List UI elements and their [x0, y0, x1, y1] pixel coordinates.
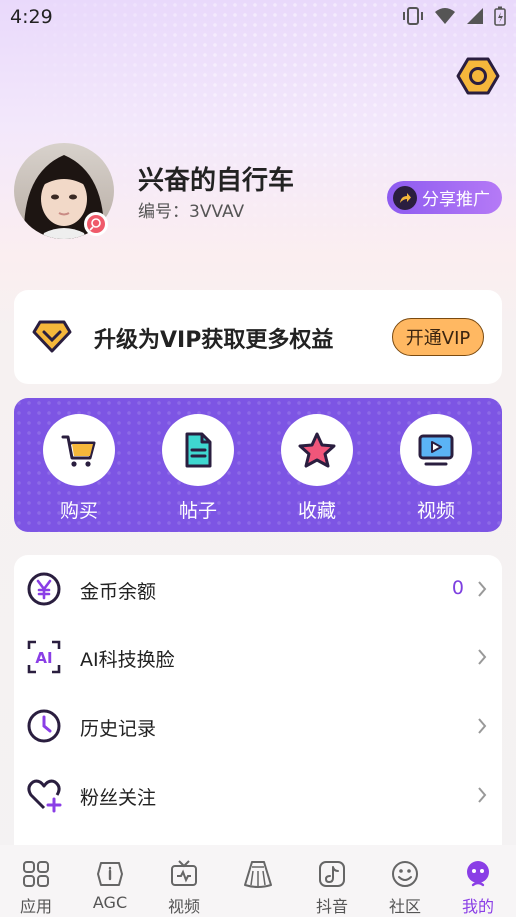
document-icon [185, 432, 212, 468]
yuan-coin-icon [27, 572, 61, 606]
female-icon [87, 215, 105, 233]
agc-icon [97, 862, 123, 886]
avatar-badge [84, 212, 108, 236]
chevron-right-icon [478, 649, 487, 665]
username: 兴奋的自行车 [138, 166, 295, 196]
tab-douyin[interactable]: 抖音 [296, 859, 368, 917]
quick-action-posts[interactable]: 帖子 [153, 414, 243, 523]
ai-face-icon: AI [27, 640, 61, 674]
menu-item-fans-follow[interactable]: 粉丝关注 [14, 761, 502, 829]
tab-mine[interactable]: 我的 [442, 859, 514, 917]
signal-icon [467, 8, 483, 24]
chevron-right-icon [478, 787, 487, 803]
tab-skirt[interactable] [222, 859, 294, 893]
status-bar: 4:29 [0, 0, 516, 34]
quick-action-label: 视频 [416, 500, 455, 522]
skirt-icon [244, 861, 272, 888]
vip-diamond-icon [32, 320, 72, 353]
tab-community[interactable]: 社区 [369, 859, 441, 917]
menu-label: 历史记录 [80, 718, 157, 740]
settings-button[interactable] [456, 56, 500, 96]
quick-action-favorites[interactable]: 收藏 [272, 414, 362, 523]
menu-label: AI科技换脸 [80, 649, 175, 671]
quick-actions-panel: 购买 帖子 收藏 视频 [14, 398, 502, 532]
quick-action-buy[interactable]: 购买 [34, 414, 124, 523]
heart-plus-icon [27, 779, 62, 813]
tab-apps[interactable]: 应用 [0, 859, 72, 917]
cart-icon [61, 435, 96, 467]
tab-label: 抖音 [315, 897, 348, 916]
quick-action-label: 收藏 [297, 500, 336, 522]
menu-label: 粉丝关注 [80, 787, 157, 809]
tv-icon [171, 860, 197, 886]
menu-item-ai-face-swap[interactable]: AI AI科技换脸 [14, 623, 502, 691]
battery-icon [494, 6, 506, 26]
menu-item-history[interactable]: 历史记录 [14, 692, 502, 760]
star-icon [298, 432, 336, 468]
tab-label: 视频 [167, 897, 200, 916]
status-time: 4:29 [10, 6, 53, 28]
coin-balance-value: 0 [451, 577, 464, 599]
bottom-tab-bar: 应用 AGC 视频 抖音 社区 我的 [0, 845, 516, 917]
menu-label: 金币余额 [80, 581, 157, 603]
user-id: 编号：3VVAV [138, 202, 245, 222]
open-vip-button[interactable]: 开通VIP [392, 318, 484, 356]
quick-action-videos[interactable]: 视频 [391, 414, 481, 523]
svg-text:AI: AI [35, 649, 52, 667]
wifi-icon [435, 8, 455, 24]
settings-hexagon-icon [456, 57, 500, 95]
vip-promo-text: 升级为VIP获取更多权益 [94, 328, 334, 353]
chevron-right-icon [478, 581, 487, 597]
quick-action-label: 购买 [59, 500, 98, 522]
tab-video[interactable]: 视频 [148, 859, 220, 917]
community-icon [392, 861, 418, 887]
tab-agc[interactable]: AGC [74, 859, 146, 912]
vibrate-icon [403, 7, 423, 25]
menu-item-coin-balance[interactable]: 金币余额 0 [14, 555, 502, 623]
tiktok-icon [319, 861, 345, 887]
menu-list: 金币余额 0 AI AI科技换脸 历史记录 粉丝关注 [14, 555, 502, 845]
robot-icon [467, 861, 489, 887]
tab-label: AGC [92, 893, 128, 912]
vip-banner: 升级为VIP获取更多权益 开通VIP [14, 290, 502, 384]
tab-label: 我的 [461, 897, 494, 916]
clock-icon [27, 709, 61, 743]
video-icon [418, 434, 454, 466]
chevron-right-icon [478, 718, 487, 734]
share-arrow-icon [393, 185, 417, 210]
share-promo-button[interactable]: 分享推广 [387, 181, 502, 214]
share-label: 分享推广 [422, 190, 490, 210]
quick-action-label: 帖子 [178, 500, 217, 522]
tab-label: 应用 [19, 897, 52, 916]
grid-icon [23, 861, 49, 887]
tab-label: 社区 [388, 897, 421, 916]
